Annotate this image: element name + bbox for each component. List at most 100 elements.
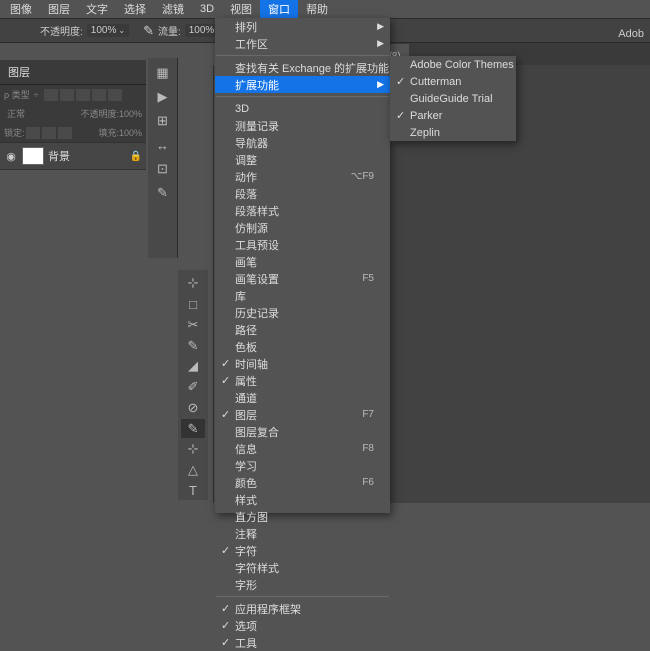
menuitem-信息[interactable]: 信息F8 [215, 440, 390, 457]
menuitem-工具预设[interactable]: 工具预设 [215, 236, 390, 253]
menuitem-直方图[interactable]: 直方图 [215, 508, 390, 525]
submenuitem-Zeplin[interactable]: Zeplin [390, 124, 516, 141]
blend-mode-select[interactable]: 正常 [4, 107, 28, 120]
submenuitem-GuideGuide Trial[interactable]: GuideGuide Trial [390, 90, 516, 107]
menuitem-色板[interactable]: 色板 [215, 338, 390, 355]
filter-adjust-icon[interactable] [60, 89, 74, 101]
filter-smart-icon[interactable] [108, 89, 122, 101]
layer-opacity-value[interactable]: 100% [119, 109, 142, 119]
menuitem-颜色[interactable]: 颜色F6 [215, 474, 390, 491]
pressure-icon[interactable]: ✎ [143, 23, 154, 39]
menuitem-仿制源[interactable]: 仿制源 [215, 219, 390, 236]
tool-icon[interactable]: ⊹ [181, 440, 205, 459]
layers-panel-title[interactable]: 图层 [0, 60, 146, 85]
menuitem-画笔设置[interactable]: 画笔设置F5 [215, 270, 390, 287]
panel-icon[interactable]: ↔ [151, 134, 175, 156]
menu-帮助[interactable]: 帮助 [298, 0, 336, 19]
menuitem-测量记录[interactable]: 测量记录 [215, 117, 390, 134]
submenuitem-Adobe Color Themes[interactable]: Adobe Color Themes [390, 56, 516, 73]
menuitem-label: 时间轴 [235, 356, 268, 372]
opacity-value[interactable]: 100%⌄ [87, 24, 129, 37]
panel-icon[interactable]: ⊞ [151, 110, 175, 132]
shortcut: ⌥F9 [351, 171, 374, 182]
menuitem-3D[interactable]: 3D [215, 100, 390, 117]
menuitem-路径[interactable]: 路径 [215, 321, 390, 338]
submenuitem-label: Cutterman [410, 76, 461, 88]
layer-row-background[interactable]: ◉ 背景 🔒 [0, 142, 146, 170]
lock-icon[interactable]: 🔒 [130, 151, 142, 162]
submenuitem-Parker[interactable]: ✓Parker [390, 107, 516, 124]
visibility-icon[interactable]: ◉ [4, 150, 18, 163]
submenuitem-label: Parker [410, 110, 442, 122]
menuitem-扩展功能[interactable]: 扩展功能▶ [215, 76, 390, 93]
menuitem-工作区[interactable]: 工作区▶ [215, 35, 390, 52]
menuitem-字形[interactable]: 字形 [215, 576, 390, 593]
menuitem-label: 字形 [235, 577, 257, 593]
tool-icon[interactable]: ⊘ [181, 398, 205, 417]
filter-type-label[interactable]: ρ 类型 [4, 88, 30, 101]
menuitem-调整[interactable]: 调整 [215, 151, 390, 168]
tool-icon[interactable]: ✂ [181, 315, 205, 334]
panel-icon[interactable]: ⊡ [151, 158, 175, 180]
menuitem-label: 样式 [235, 492, 257, 508]
check-icon: ✓ [221, 619, 230, 632]
tool-icon[interactable]: ✎ [181, 419, 205, 438]
menuitem-选项[interactable]: ✓选项 [215, 617, 390, 634]
tool-icon[interactable]: ✎ [181, 336, 205, 355]
menuitem-label: 图层 [235, 407, 257, 423]
layer-name[interactable]: 背景 [48, 148, 130, 164]
filter-type-icon[interactable] [76, 89, 90, 101]
menuitem-段落样式[interactable]: 段落样式 [215, 202, 390, 219]
lock-label: 锁定: [4, 126, 25, 139]
lock-all-icon[interactable] [58, 127, 72, 139]
menuitem-查找有关 Exchange 的扩展功能...[interactable]: 查找有关 Exchange 的扩展功能... [215, 59, 390, 76]
menuitem-属性[interactable]: ✓属性 [215, 372, 390, 389]
tool-icon[interactable]: T [181, 481, 205, 500]
fill-value[interactable]: 100% [119, 128, 142, 138]
menu-滤镜[interactable]: 滤镜 [154, 0, 192, 19]
menu-视图[interactable]: 视图 [222, 0, 260, 19]
menuitem-通道[interactable]: 通道 [215, 389, 390, 406]
tool-icon[interactable]: ✐ [181, 378, 205, 397]
tool-icon[interactable]: ◢ [181, 357, 205, 376]
menuitem-画笔[interactable]: 画笔 [215, 253, 390, 270]
tool-icon[interactable]: □ [181, 295, 205, 314]
menu-选择[interactable]: 选择 [116, 0, 154, 19]
menuitem-字符[interactable]: ✓字符 [215, 542, 390, 559]
menuitem-图层[interactable]: ✓图层F7 [215, 406, 390, 423]
menuitem-导航器[interactable]: 导航器 [215, 134, 390, 151]
panel-icon[interactable]: ▶ [151, 86, 175, 108]
menuitem-学习[interactable]: 学习 [215, 457, 390, 474]
tool-icon[interactable]: ⊹ [181, 274, 205, 293]
tool-icon[interactable]: △ [181, 461, 205, 480]
menuitem-label: 查找有关 Exchange 的扩展功能... [235, 60, 398, 76]
menuitem-字符样式[interactable]: 字符样式 [215, 559, 390, 576]
menuitem-样式[interactable]: 样式 [215, 491, 390, 508]
menuitem-排列[interactable]: 排列▶ [215, 18, 390, 35]
menuitem-工具[interactable]: ✓工具 [215, 634, 390, 651]
fill-label: 填充: [98, 126, 119, 139]
layer-thumbnail[interactable] [22, 147, 44, 165]
menu-3D[interactable]: 3D [192, 1, 222, 17]
menuitem-label: 颜色 [235, 475, 257, 491]
menu-图像[interactable]: 图像 [2, 0, 40, 19]
filter-shape-icon[interactable] [92, 89, 106, 101]
menuitem-段落[interactable]: 段落 [215, 185, 390, 202]
menu-图层[interactable]: 图层 [40, 0, 78, 19]
submenu-arrow-icon: ▶ [377, 79, 384, 90]
menuitem-时间轴[interactable]: ✓时间轴 [215, 355, 390, 372]
menuitem-动作[interactable]: 动作⌥F9 [215, 168, 390, 185]
menuitem-图层复合[interactable]: 图层复合 [215, 423, 390, 440]
lock-pixels-icon[interactable] [26, 127, 40, 139]
menu-文字[interactable]: 文字 [78, 0, 116, 19]
menuitem-库[interactable]: 库 [215, 287, 390, 304]
panel-icon[interactable]: ▦ [151, 62, 175, 84]
menu-窗口[interactable]: 窗口 [260, 0, 298, 19]
filter-pixel-icon[interactable] [44, 89, 58, 101]
menuitem-注释[interactable]: 注释 [215, 525, 390, 542]
submenuitem-Cutterman[interactable]: ✓Cutterman [390, 73, 516, 90]
menuitem-应用程序框架[interactable]: ✓应用程序框架 [215, 600, 390, 617]
panel-icon[interactable]: ✎ [151, 182, 175, 204]
menuitem-历史记录[interactable]: 历史记录 [215, 304, 390, 321]
lock-position-icon[interactable] [42, 127, 56, 139]
